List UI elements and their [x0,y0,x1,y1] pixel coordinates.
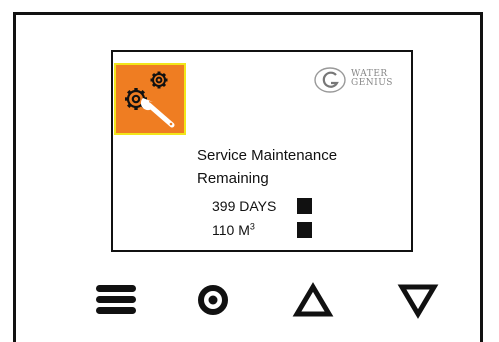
triangle-down-icon [397,284,439,319]
volume-remaining-row: 110 M3 [212,220,322,240]
up-button[interactable] [290,280,340,324]
water-genius-g-logo-icon [314,67,346,93]
title-line-1: Service Maintenance [197,147,338,164]
menu-button[interactable] [93,280,143,324]
down-button[interactable] [393,280,443,324]
brand-logo: WATER GENIUS [313,66,408,94]
days-indicator-square [297,198,312,214]
hamburger-menu-icon [96,285,136,314]
title-line-2: Remaining [197,170,269,187]
triangle-up-icon [292,282,334,317]
volume-indicator-square [297,222,312,238]
logo-text-line2: GENIUS [351,78,393,88]
days-remaining-label: 399 DAYS [212,198,277,214]
days-remaining-row: 399 DAYS [212,196,322,216]
lcd-screen: WATER GENIUS Service Maintenance Remaini… [111,50,413,252]
screen-title: Service Maintenance Remaining [197,144,407,190]
volume-unit-superscript: 3 [249,221,255,232]
ring-circle-icon [198,285,228,315]
select-button[interactable] [190,280,240,324]
volume-remaining-label: 110 M [212,222,250,238]
service-gears-wrench-icon [114,63,186,135]
